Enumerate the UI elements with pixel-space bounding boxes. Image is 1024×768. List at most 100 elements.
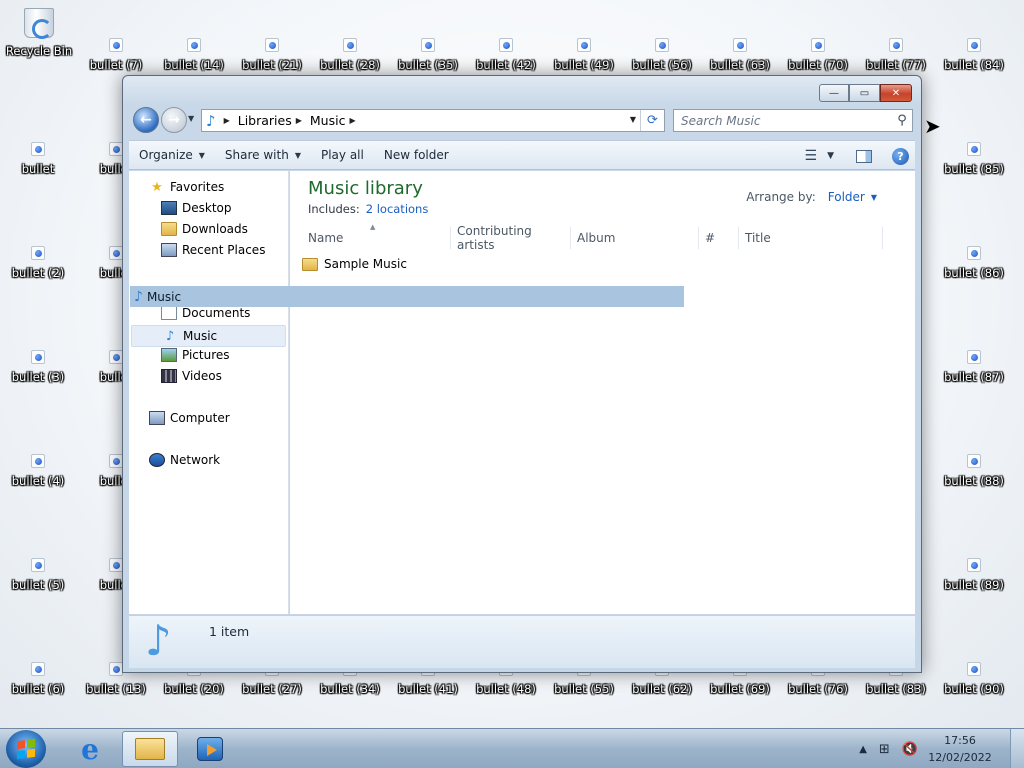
locations-link[interactable]: 2 locations: [366, 202, 429, 216]
desktop-icon-label: bullet (77): [866, 58, 926, 72]
column-track-number[interactable]: #: [699, 227, 739, 249]
bullet-file-icon: [811, 38, 825, 52]
share-with-menu[interactable]: Share with ▼: [215, 141, 311, 169]
desktop-icon-label: bullet (84): [944, 58, 1004, 72]
desktop-bullet-icon[interactable]: bullet (87): [936, 348, 1012, 400]
recycle-bin-icon[interactable]: Recycle Bin: [1, 6, 77, 58]
desktop-bullet-icon[interactable]: bullet (5): [0, 556, 76, 608]
desktop-bullet-icon[interactable]: bullet (89): [936, 556, 1012, 608]
bullet-file-icon: [265, 38, 279, 52]
view-dropdown-icon[interactable]: ▼: [827, 151, 834, 161]
chevron-down-icon[interactable]: ▼: [871, 193, 877, 202]
desktop-icon-label: bullet (49): [554, 58, 614, 72]
command-bar: Organize ▼ Share with ▼ Play all New folde…: [129, 140, 915, 170]
breadcrumb-separator-icon[interactable]: ▶: [349, 116, 355, 125]
clock-date: 12/02/2022: [928, 751, 992, 764]
desktop-icon-label: bullet (27): [242, 682, 302, 696]
volume-muted-icon[interactable]: 🔇: [902, 742, 918, 757]
nav-favorites[interactable]: ★ Favorites: [149, 180, 224, 195]
file-row[interactable]: Sample Music: [302, 257, 407, 271]
desktop-icon-label: bullet (42): [476, 58, 536, 72]
bullet-file-icon: [109, 142, 123, 156]
show-desktop-button[interactable]: [1010, 729, 1024, 768]
taskbar-windows-explorer[interactable]: [122, 731, 178, 767]
bullet-file-icon: [577, 38, 591, 52]
clock[interactable]: 17:56 12/02/2022: [924, 732, 996, 766]
desktop-bullet-icon[interactable]: bullet (88): [936, 452, 1012, 504]
navigation-row: ← → ▼ ♪ ▶ Libraries ▶ Music ▶ ▼ ⟳ ⚲: [131, 106, 915, 136]
videos-icon: [161, 369, 177, 383]
play-all-button[interactable]: Play all: [311, 141, 374, 169]
forward-button[interactable]: →: [161, 107, 187, 133]
address-bar[interactable]: ♪ ▶ Libraries ▶ Music ▶ ▼ ⟳: [201, 109, 665, 132]
search-icon[interactable]: ⚲: [892, 113, 912, 128]
nav-network[interactable]: Network: [149, 453, 220, 467]
breadcrumb-music[interactable]: Music: [310, 113, 346, 128]
nav-music[interactable]: ♪ Music: [131, 325, 286, 347]
breadcrumb-separator-icon[interactable]: ▶: [296, 116, 302, 125]
desktop-bullet-icon[interactable]: bullet (2): [0, 244, 76, 296]
show-hidden-icons-icon[interactable]: ▲: [859, 744, 867, 755]
breadcrumb-separator-icon[interactable]: ▶: [224, 116, 230, 125]
refresh-icon: ⟳: [647, 113, 658, 128]
nav-recent-places[interactable]: Recent Places: [161, 243, 265, 257]
preview-pane-icon[interactable]: [856, 149, 872, 163]
column-contributing-artists[interactable]: Contributing artists: [451, 224, 571, 252]
start-button[interactable]: [6, 730, 46, 768]
refresh-button[interactable]: ⟳: [640, 110, 664, 131]
network-icon: [149, 453, 165, 467]
desktop-icon: [161, 201, 177, 215]
desktop-bullet-icon[interactable]: bullet: [0, 140, 76, 192]
bullet-file-icon: [967, 662, 981, 676]
nav-desktop[interactable]: Desktop: [161, 201, 232, 215]
taskbar-internet-explorer[interactable]: e: [62, 731, 118, 767]
desktop-bullet-icon[interactable]: bullet (84): [936, 36, 1012, 88]
bullet-file-icon: [31, 246, 45, 260]
organize-menu[interactable]: Organize ▼: [129, 141, 215, 169]
desktop-bullet-icon[interactable]: bullet (4): [0, 452, 76, 504]
music-library-icon: ♪: [206, 111, 216, 130]
help-icon[interactable]: ?: [892, 147, 909, 165]
new-folder-button[interactable]: New folder: [374, 141, 459, 169]
column-name[interactable]: Name: [302, 227, 451, 249]
desktop-bullet-icon[interactable]: bullet (3): [0, 348, 76, 400]
column-title[interactable]: Title: [739, 227, 883, 249]
desktop-icon-label: bullet (70): [788, 58, 848, 72]
minimize-button[interactable]: —: [819, 84, 849, 102]
nav-label: Downloads: [182, 222, 248, 236]
desktop-icon-label: bullet (28): [320, 58, 380, 72]
recent-pages-button[interactable]: ▼: [188, 114, 194, 123]
bullet-file-icon: [31, 558, 45, 572]
desktop-icon-label: bullet (90): [944, 682, 1004, 696]
bullet-file-icon: [967, 38, 981, 52]
nav-music-library-drag-highlight[interactable]: ♪ Music: [130, 286, 684, 307]
nav-pictures[interactable]: Pictures: [161, 348, 230, 362]
taskbar-media-player[interactable]: [182, 731, 238, 767]
bullet-file-icon: [109, 454, 123, 468]
desktop-bullet-icon[interactable]: bullet (85): [936, 140, 1012, 192]
nav-downloads[interactable]: Downloads: [161, 222, 248, 236]
back-button[interactable]: ←: [133, 107, 159, 133]
nav-videos[interactable]: Videos: [161, 369, 222, 383]
network-status-icon[interactable]: ⊞: [879, 742, 890, 757]
nav-computer[interactable]: Computer: [149, 411, 230, 425]
bullet-file-icon: [889, 38, 903, 52]
desktop-bullet-icon[interactable]: bullet (86): [936, 244, 1012, 296]
media-player-icon: [197, 737, 223, 761]
search-input[interactable]: [681, 113, 892, 128]
nav-label: Recent Places: [182, 243, 266, 257]
maximize-button[interactable]: ▭: [849, 84, 880, 102]
arrange-by-dropdown[interactable]: Folder: [828, 190, 865, 204]
folder-icon: [302, 257, 318, 271]
desktop-bullet-icon[interactable]: bullet (90): [936, 660, 1012, 712]
desktop-bullet-icon[interactable]: bullet (6): [0, 660, 76, 712]
view-options-icon[interactable]: ☰: [805, 148, 818, 164]
address-history-dropdown[interactable]: ▼: [630, 115, 636, 124]
nav-documents[interactable]: Documents: [161, 306, 250, 320]
close-button[interactable]: ✕: [880, 84, 912, 102]
search-box[interactable]: ⚲: [673, 109, 913, 132]
breadcrumb-libraries[interactable]: Libraries: [238, 113, 292, 128]
bullet-file-icon: [655, 38, 669, 52]
desktop-icon-label: bullet (76): [788, 682, 848, 696]
column-album[interactable]: Album: [571, 227, 699, 249]
